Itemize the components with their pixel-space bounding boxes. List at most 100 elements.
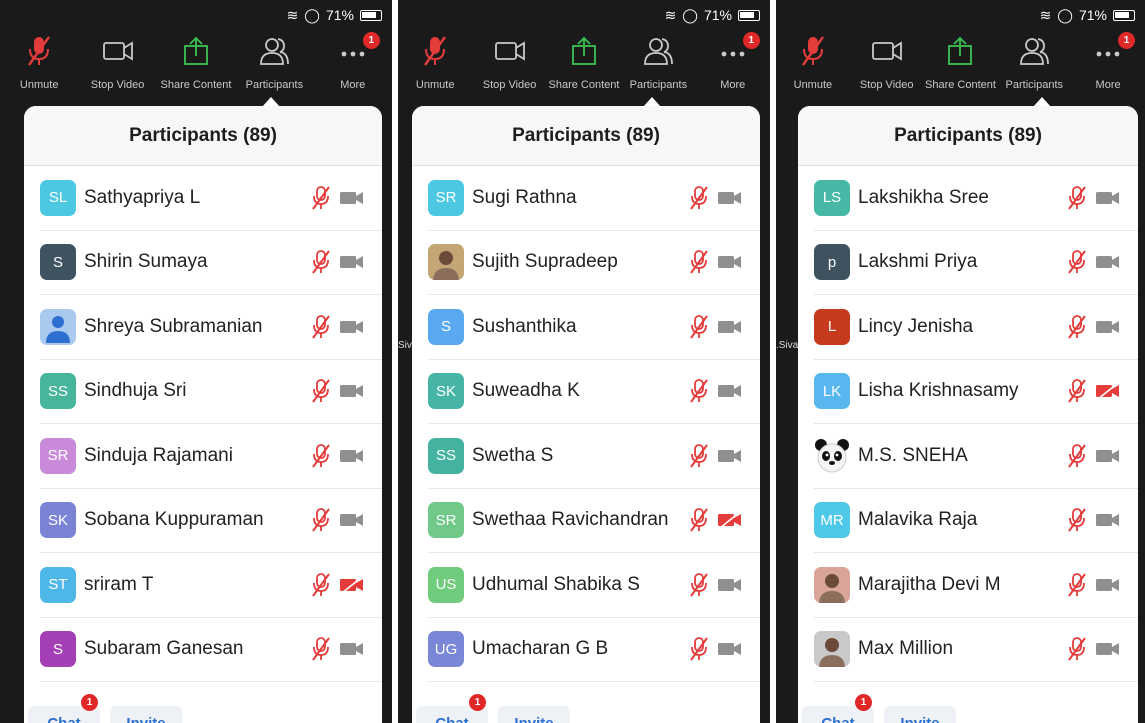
video-on-icon — [718, 190, 742, 206]
participant-row[interactable]: Sujith Supradeep — [428, 231, 760, 295]
headphones-icon: ◯ — [304, 6, 320, 23]
toolbar-unmute-button[interactable]: Unmute — [2, 34, 76, 91]
participant-name: Sujith Supradeep — [472, 251, 618, 273]
notification-badge: 1 — [1117, 32, 1135, 49]
participant-row[interactable]: S Shirin Sumaya — [40, 231, 382, 295]
toolbar-label: More — [1095, 79, 1121, 91]
toolbar-participants-button[interactable]: Participants — [997, 34, 1071, 91]
avatar: LS — [814, 179, 850, 216]
avatar: p — [814, 244, 850, 281]
participant-row[interactable]: US Udhumal Shabika S — [428, 553, 760, 618]
participant-row[interactable]: MR Malavika Raja — [814, 489, 1138, 553]
participant-name: Swetha S — [472, 444, 554, 466]
toolbar-participants-button[interactable]: Participants — [237, 34, 311, 91]
video-on-icon — [340, 448, 364, 464]
participant-row[interactable]: SR Sugi Rathna — [428, 166, 760, 231]
participant-row[interactable]: M.S. SNEHA — [814, 424, 1138, 489]
participant-name: sriram T — [84, 573, 154, 595]
invite-label: Invite — [126, 714, 166, 723]
battery-icon — [360, 9, 382, 21]
mic-muted-icon — [688, 507, 710, 533]
participants-list[interactable]: SL Sathyapriya L S Shirin Sumaya Shreya Subr… — [24, 166, 382, 682]
toolbar-label: Share Content — [925, 79, 996, 91]
mic-muted-icon — [1066, 378, 1088, 404]
participant-name: Sushanthika — [472, 315, 577, 337]
toolbar-more-button[interactable]: More 1 — [316, 32, 390, 91]
participants-title: Participants (89) — [412, 106, 760, 166]
toolbar-share-content-button[interactable]: Share Content — [924, 34, 998, 91]
wifi-icon: ≋ — [664, 6, 677, 23]
participant-row[interactable]: LS Lakshikha Sree — [814, 166, 1138, 231]
participants-list[interactable]: SR Sugi Rathna Sujith Supradeep S Sushanthik… — [412, 166, 760, 682]
participant-row[interactable]: ST sriram T — [40, 553, 382, 618]
participant-name: Subaram Ganesan — [84, 638, 244, 660]
chat-button[interactable]: Chat 1 — [28, 694, 100, 723]
mic-muted-icon — [1066, 249, 1088, 275]
toolbar-unmute-button[interactable]: Unmute — [398, 34, 472, 91]
video-off-icon — [718, 511, 742, 529]
zoom-screen-1: ≋ ◯ 71% Unmute Stop Video Share Content Partic… — [0, 0, 392, 723]
meeting-toolbar: Unmute Stop Video Share Content Participant… — [398, 32, 770, 94]
participant-row[interactable]: SS Sindhuja Sri — [40, 360, 382, 424]
toolbar-label: Stop Video — [859, 79, 914, 91]
participants-list[interactable]: LS Lakshikha Sree p Lakshmi Priya L Lincy Jen… — [798, 166, 1138, 682]
mic-muted-icon — [310, 314, 332, 340]
video-on-icon — [718, 448, 742, 464]
mic-muted-icon — [1066, 636, 1088, 662]
invite-button[interactable]: Invite — [884, 706, 956, 723]
participant-row[interactable]: SL Sathyapriya L — [40, 166, 382, 231]
headphones-icon: ◯ — [682, 6, 698, 23]
mic-muted-icon — [310, 443, 332, 469]
chat-button[interactable]: Chat 1 — [416, 694, 488, 723]
zoom-screen-3: ≋ ◯ 71% Unmute Stop Video Share Content Partic… — [776, 0, 1145, 723]
toolbar-stop-video-button[interactable]: Stop Video — [473, 34, 547, 91]
mic-muted-icon — [688, 443, 710, 469]
participant-row[interactable]: SS Swetha S — [428, 424, 760, 489]
mic-muted-icon — [688, 572, 710, 598]
participant-row[interactable]: Marajitha Devi M — [814, 553, 1138, 618]
participant-row[interactable]: S Sushanthika — [428, 295, 760, 360]
meeting-toolbar: Unmute Stop Video Share Content Participant… — [0, 32, 392, 94]
participant-row[interactable]: SK Sobana Kuppuraman — [40, 489, 382, 553]
participant-row[interactable]: UG Umacharan G B — [428, 618, 760, 682]
participant-row[interactable]: LK Lisha Krishnasamy — [814, 360, 1138, 424]
toolbar-participants-button[interactable]: Participants — [621, 34, 695, 91]
avatar: L — [814, 308, 850, 345]
participant-row[interactable]: S Subaram Ganesan — [40, 618, 382, 682]
toolbar-stop-video-button[interactable]: Stop Video — [81, 34, 155, 91]
participant-row[interactable]: Shreya Subramanian — [40, 295, 382, 360]
avatar — [40, 308, 76, 345]
toolbar-label: Participants — [1005, 79, 1064, 91]
toolbar-unmute-button[interactable]: Unmute — [776, 34, 850, 91]
toolbar-share-content-button[interactable]: Share Content — [547, 34, 621, 91]
participant-name: Shirin Sumaya — [84, 251, 208, 273]
invite-button[interactable]: Invite — [110, 706, 182, 723]
avatar — [814, 566, 850, 603]
chat-label: Chat — [821, 714, 855, 723]
mic-muted-icon — [310, 636, 332, 662]
invite-button[interactable]: Invite — [498, 706, 570, 723]
participant-name: M.S. SNEHA — [858, 444, 968, 466]
mic-muted-icon — [688, 378, 710, 404]
avatar: UG — [428, 631, 464, 668]
participant-row[interactable]: SK Suweadha K — [428, 360, 760, 424]
participant-row[interactable]: SR Swethaa Ravichandran — [428, 489, 760, 553]
participant-name: Lincy Jenisha — [858, 315, 974, 337]
toolbar-stop-video-button[interactable]: Stop Video — [850, 34, 924, 91]
toolbar-more-button[interactable]: More 1 — [1071, 32, 1145, 91]
participant-row[interactable]: L Lincy Jenisha — [814, 295, 1138, 360]
video-on-icon — [1096, 190, 1120, 206]
participant-row[interactable]: Max Million — [814, 618, 1138, 682]
avatar: SK — [40, 502, 76, 539]
participants-title: Participants (89) — [798, 106, 1138, 166]
toolbar-share-content-button[interactable]: Share Content — [159, 34, 233, 91]
participant-row[interactable]: p Lakshmi Priya — [814, 231, 1138, 295]
participant-row[interactable]: SR Sinduja Rajamani — [40, 424, 382, 489]
toolbar-more-button[interactable]: More 1 — [696, 32, 770, 91]
participants-icon — [641, 34, 675, 73]
chat-button[interactable]: Chat 1 — [802, 694, 874, 723]
participants-icon — [1017, 34, 1051, 73]
video-on-icon — [718, 383, 742, 399]
notification-badge: 1 — [742, 32, 760, 49]
participant-name: Lisha Krishnasamy — [858, 380, 1019, 402]
